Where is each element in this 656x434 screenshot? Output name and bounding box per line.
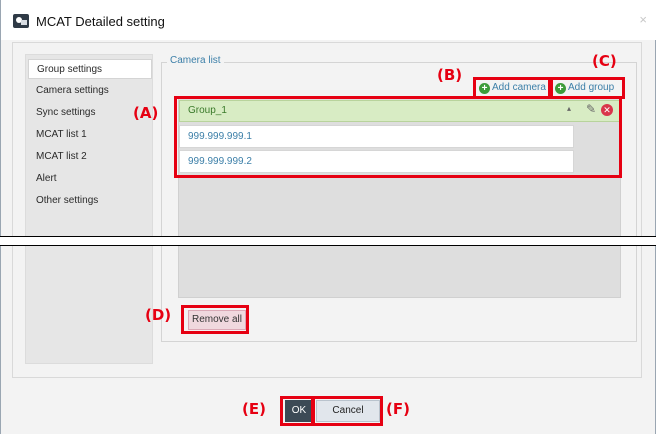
annotation-box-d [181,305,249,334]
annotation-box-e [280,396,315,426]
annotation-box-f [311,396,383,426]
page-cut-divider [0,236,656,246]
annotation-label-e: (E) [242,400,266,418]
title-bar: MCAT Detailed setting × [1,0,656,40]
settings-sidebar: Group settings Camera settings Sync sett… [25,54,153,364]
sidebar-item-other-settings[interactable]: Other settings [28,191,152,211]
annotation-label-a: (A) [133,104,159,122]
sidebar-item-mcat-list-2[interactable]: MCAT list 2 [28,147,152,167]
annotation-box-a [174,96,622,178]
annotation-box-c [550,77,625,99]
annotation-label-b: (B) [437,66,463,84]
sidebar-item-camera-settings[interactable]: Camera settings [28,81,152,101]
annotation-box-b [473,77,551,99]
sidebar-item-group-settings[interactable]: Group settings [28,59,152,79]
annotation-label-d: (D) [145,306,172,324]
app-camera-icon [13,14,29,28]
camera-list-legend: Camera list [167,55,224,66]
sidebar-item-alert[interactable]: Alert [28,169,152,189]
annotation-label-f: (F) [386,400,410,418]
annotation-label-c: (C) [592,52,617,70]
sidebar-item-mcat-list-1[interactable]: MCAT list 1 [28,125,152,145]
close-icon[interactable]: × [639,12,647,27]
window-title: MCAT Detailed setting [36,14,165,29]
dialog-window: MCAT Detailed setting × Group settings C… [0,0,656,434]
